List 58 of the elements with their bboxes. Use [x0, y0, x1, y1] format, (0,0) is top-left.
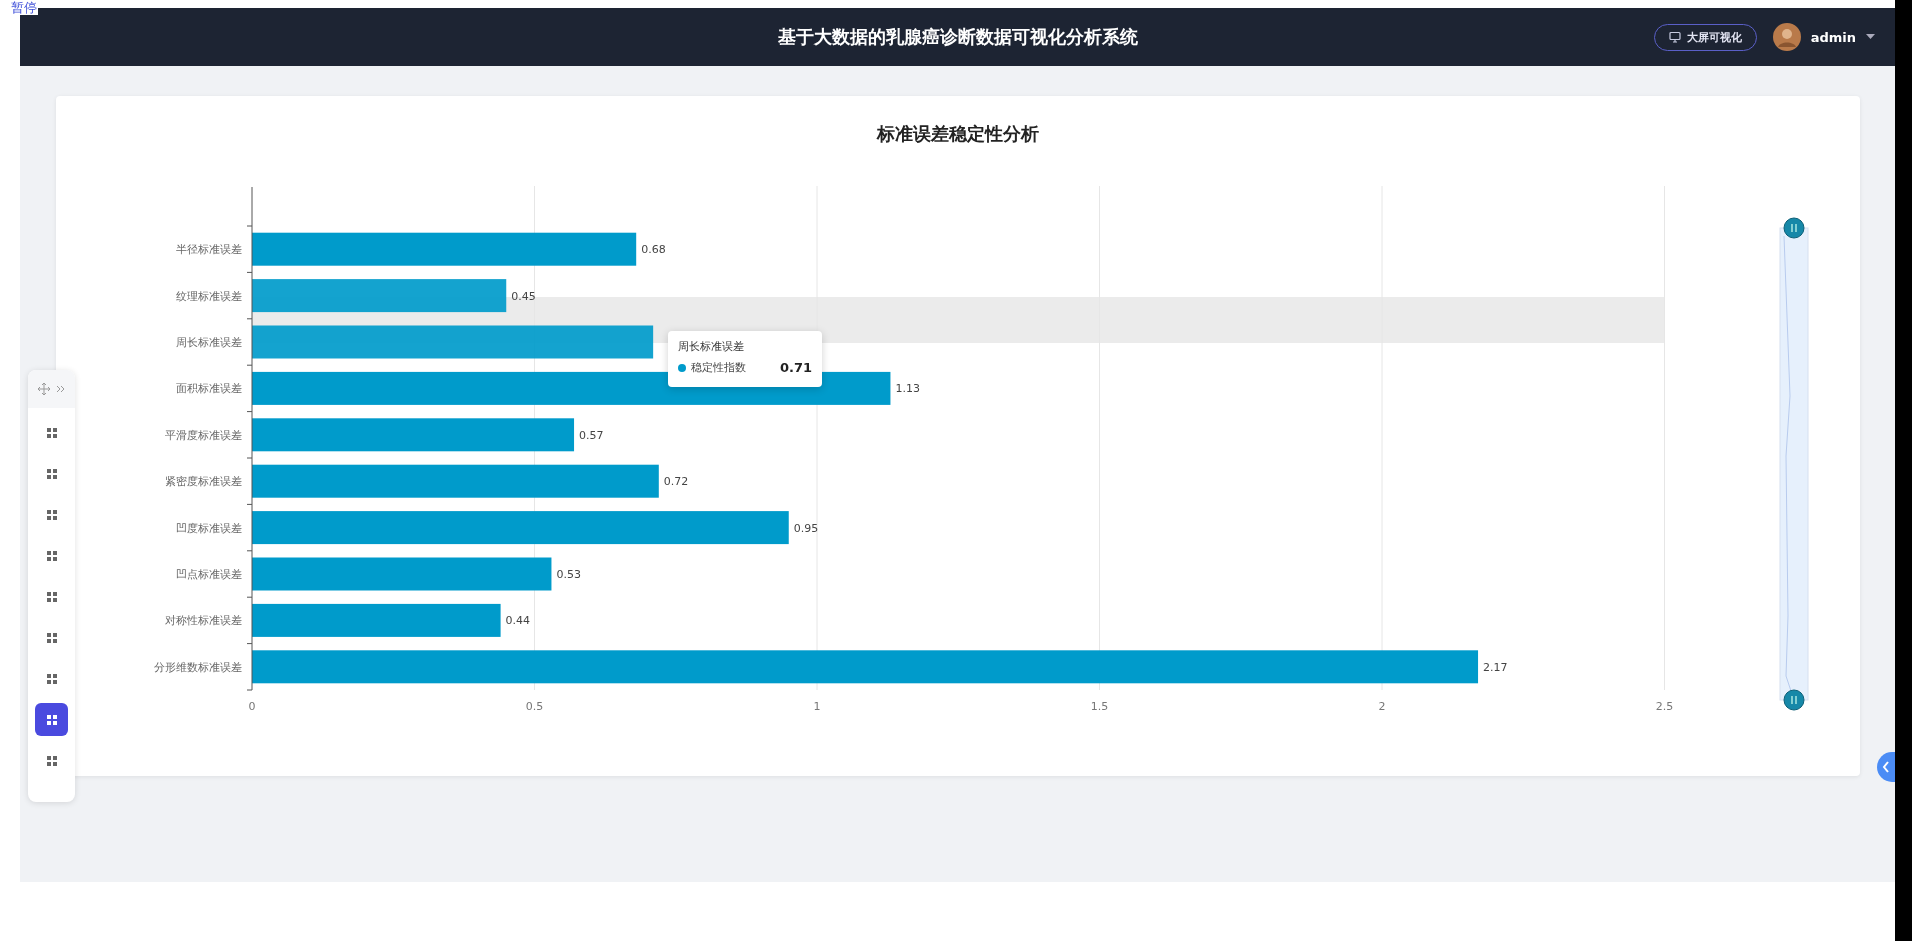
bar[interactable] — [252, 232, 637, 266]
bar[interactable] — [252, 511, 789, 545]
grid-icon — [46, 509, 57, 520]
expand-icon[interactable] — [56, 384, 65, 394]
system-title: 基于大数据的乳腺癌诊断数据可视化分析系统 — [776, 25, 1139, 49]
chart-title: 标准误差稳定性分析 — [875, 122, 1040, 146]
value-label: 0.53 — [556, 568, 581, 581]
category-label: 纹理标准误差 — [176, 289, 242, 303]
value-label: 0.57 — [579, 428, 604, 442]
category-label: 凹度标准误差 — [176, 521, 242, 535]
grid-icon — [46, 673, 57, 684]
tooltip-series: 稳定性指数 — [691, 360, 747, 375]
monitor-icon — [1668, 31, 1681, 43]
tick-label: 0 — [248, 700, 256, 713]
bar[interactable] — [252, 418, 575, 452]
pause-label: 暂停 — [10, 0, 38, 15]
collapse-button[interactable] — [1877, 752, 1895, 782]
tick-label: 2.5 — [1655, 700, 1674, 713]
grid-icon — [46, 427, 57, 438]
category-label: 分形维数标准误差 — [154, 660, 242, 674]
tick-label: 0.5 — [525, 700, 544, 713]
bar[interactable] — [252, 279, 507, 313]
tick-label: 1.5 — [1090, 700, 1109, 713]
tick-label: 1 — [813, 700, 821, 713]
toolbar-item[interactable] — [35, 703, 68, 736]
tooltip-value: 0.71 — [779, 360, 812, 375]
grid-icon — [46, 755, 57, 766]
tooltip-title: 周长标准误差 — [678, 339, 745, 354]
bar[interactable] — [252, 603, 501, 637]
category-label: 面积标准误差 — [176, 382, 242, 396]
move-icon[interactable] — [38, 383, 50, 395]
value-label: 0.44 — [505, 614, 531, 628]
grid-icon — [46, 550, 57, 561]
bar[interactable] — [252, 557, 552, 591]
grid-icon — [46, 468, 57, 479]
value-label: 0.45 — [511, 289, 536, 303]
value-label: 0.72 — [663, 475, 689, 489]
value-label: 0.68 — [641, 243, 666, 257]
category-label: 周长标准误差 — [176, 336, 242, 349]
category-label: 半径标准误差 — [176, 243, 242, 257]
avatar-icon[interactable] — [1772, 23, 1801, 51]
grid-icon — [46, 591, 57, 602]
caret-icon[interactable] — [1866, 34, 1875, 40]
category-label: 凹点标准误差 — [176, 568, 242, 581]
grid-icon — [46, 632, 57, 643]
chevron-left-icon — [1882, 761, 1890, 773]
category-label: 平滑度标准误差 — [165, 428, 242, 442]
bar[interactable] — [252, 650, 1479, 684]
tick-label: 2 — [1378, 700, 1386, 713]
value-label: 2.17 — [1483, 660, 1508, 674]
range-slider[interactable] — [1779, 217, 1809, 711]
category-label: 紧密度标准误差 — [165, 475, 242, 489]
grid-icon — [46, 714, 57, 725]
value-label: 0.95 — [793, 521, 819, 535]
username[interactable]: admin — [1810, 29, 1856, 45]
bar[interactable] — [252, 464, 659, 498]
category-label: 对称性标准误差 — [165, 614, 242, 628]
value-label: 1.13 — [895, 382, 920, 396]
